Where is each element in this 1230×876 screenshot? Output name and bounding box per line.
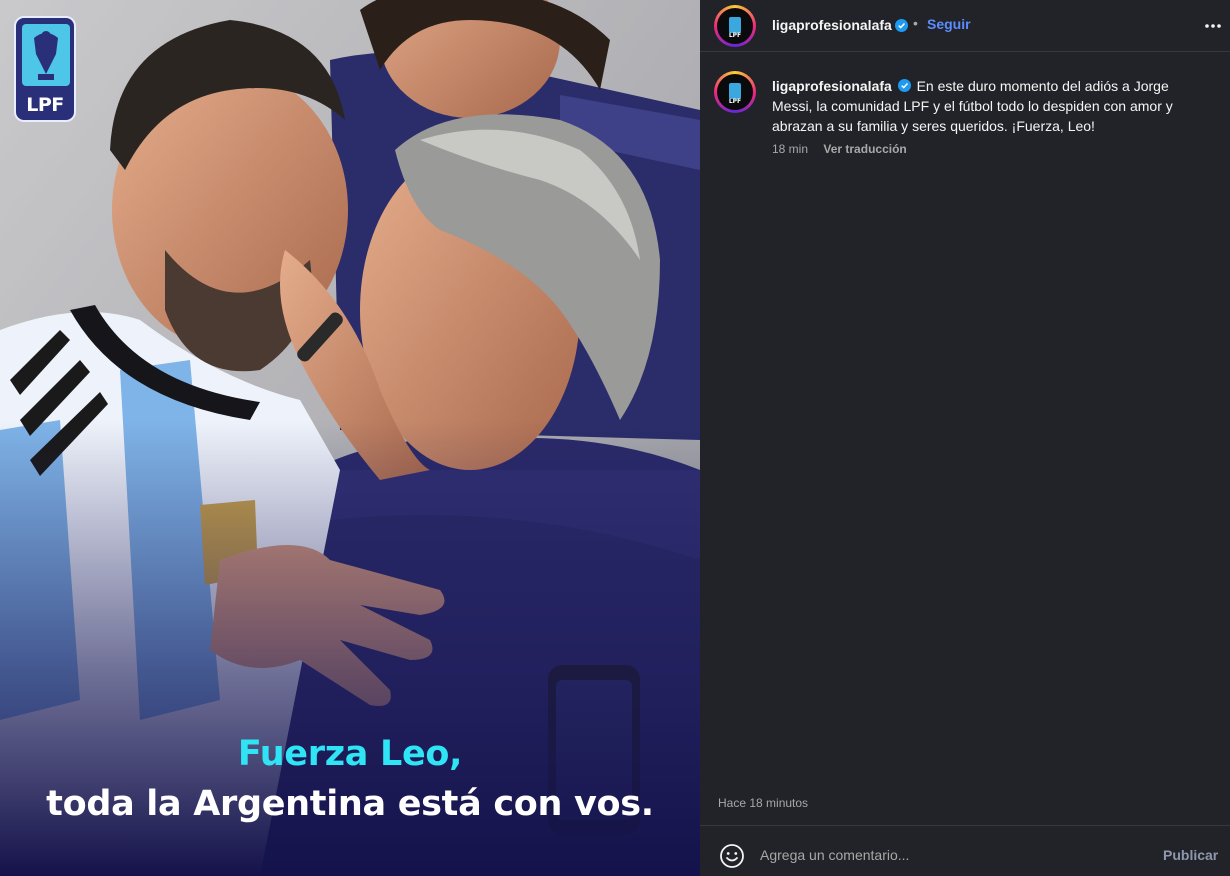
caption-comment: ligaprofesionalafa En este duro momento … bbox=[772, 76, 1212, 136]
verified-badge-icon bbox=[895, 19, 908, 32]
logo-text: LPF bbox=[26, 94, 64, 116]
see-translation-link[interactable]: Ver traducción bbox=[823, 142, 906, 156]
verified-badge-icon bbox=[897, 79, 911, 92]
post-sidebar: LPF ligaprofesionalafa • Seguir LPF liga… bbox=[700, 0, 1230, 876]
svg-text:LPF: LPF bbox=[729, 32, 741, 39]
post-timestamp: Hace 18 minutos bbox=[718, 796, 809, 810]
lpf-avatar-icon: LPF bbox=[719, 76, 751, 108]
follow-button[interactable]: Seguir bbox=[927, 16, 971, 32]
post-image[interactable]: LPF Fuerza Leo, toda la Argentina está c… bbox=[0, 0, 700, 876]
comment-author-avatar[interactable]: LPF bbox=[714, 71, 756, 113]
caption-line1: Fuerza Leo, bbox=[237, 734, 463, 774]
comment-username[interactable]: ligaprofesionalafa bbox=[772, 78, 892, 94]
comment-time: 18 min bbox=[772, 142, 809, 156]
more-horizontal-icon[interactable] bbox=[1203, 18, 1223, 34]
lpf-logo: LPF bbox=[14, 16, 76, 122]
author-username[interactable]: ligaprofesionalafa bbox=[772, 17, 892, 33]
comment-meta: 18 min Ver traducción bbox=[772, 142, 907, 156]
caption-line2: toda la Argentina está con vos. bbox=[46, 784, 654, 824]
comment-input[interactable] bbox=[760, 840, 1140, 870]
comment-bar: Publicar bbox=[700, 825, 1230, 876]
separator-dot: • bbox=[913, 15, 918, 31]
emoji-smile-icon[interactable] bbox=[719, 843, 745, 869]
trophy-icon bbox=[22, 24, 70, 86]
lpf-avatar-icon: LPF bbox=[719, 10, 751, 42]
author-avatar[interactable]: LPF bbox=[714, 5, 756, 47]
publish-button[interactable]: Publicar bbox=[1163, 847, 1218, 863]
post-header: LPF ligaprofesionalafa • Seguir bbox=[700, 0, 1230, 52]
svg-text:LPF: LPF bbox=[729, 98, 741, 105]
